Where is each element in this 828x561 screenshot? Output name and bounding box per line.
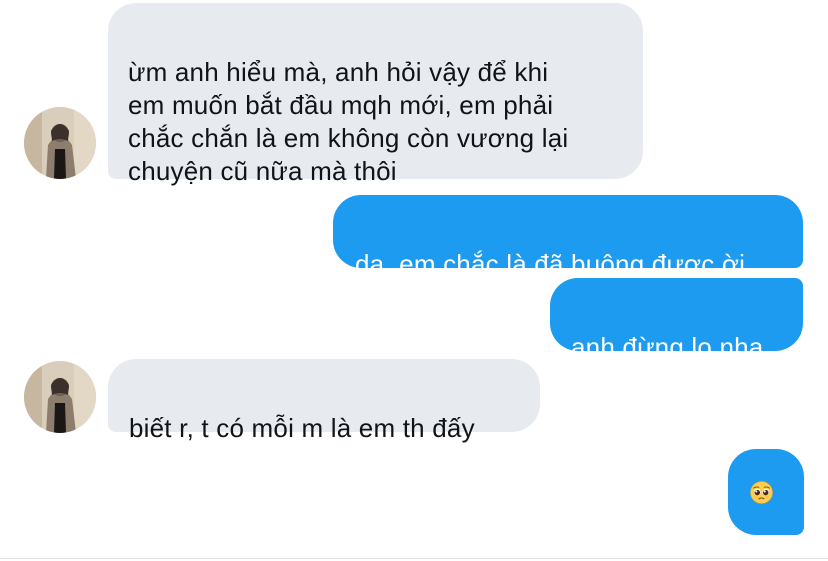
message-text: dạ, em chắc là đã buông được ời [355, 249, 746, 279]
outgoing-emoji-bubble[interactable] [728, 449, 804, 535]
incoming-message-bubble[interactable]: biết r, t có mỗi m là em th đấy [108, 359, 540, 443]
contact-avatar[interactable] [24, 361, 96, 433]
incoming-message-bubble[interactable]: ừm anh hiểu mà, anh hỏi vậy để khi em mu… [108, 3, 643, 186]
pleading-face-emoji-icon [750, 481, 773, 504]
bottom-divider [0, 558, 828, 559]
message-text: biết r, t có mỗi m là em th đấy [129, 413, 475, 443]
profile-photo-icon [24, 361, 96, 433]
contact-avatar[interactable] [24, 107, 96, 179]
message-text: ừm anh hiểu mà, anh hỏi vậy để khi em mu… [128, 57, 569, 186]
outgoing-message-bubble[interactable]: dạ, em chắc là đã buông được ời [333, 195, 803, 279]
outgoing-message-bubble[interactable]: anh đừng lo nha [550, 278, 803, 362]
profile-photo-icon [24, 107, 96, 179]
message-text: anh đừng lo nha [571, 332, 764, 362]
chat-thread: ừm anh hiểu mà, anh hỏi vậy để khi em mu… [0, 0, 828, 561]
